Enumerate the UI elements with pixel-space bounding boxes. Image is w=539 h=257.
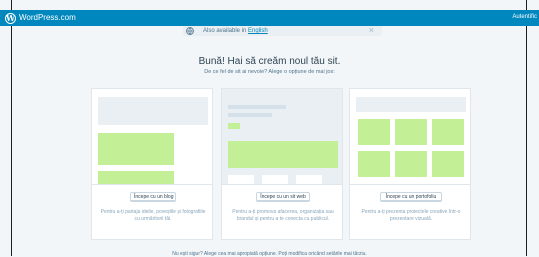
portfolio-description: Pentru a-ți prezenta proiectele creative… <box>361 209 461 222</box>
close-icon[interactable]: × <box>369 25 374 35</box>
portfolio-tile <box>395 151 427 177</box>
locale-notice-text: Also available in English <box>203 28 268 34</box>
website-cta-placeholder <box>228 123 240 129</box>
site-type-card-website[interactable]: Începe cu un sit web Pentru a-ți promova… <box>221 88 343 240</box>
page-subtitle: De ce fel de sit ai nevoie? Alege o opți… <box>204 69 335 75</box>
start-blog-button[interactable]: Începe cu un blog <box>130 192 176 202</box>
window-edge-left <box>11 0 12 256</box>
blog-post-placeholder <box>98 171 174 184</box>
window-edge-right <box>526 0 527 256</box>
portfolio-header-placeholder <box>356 97 466 112</box>
brand-link[interactable]: W WordPress.com <box>5 12 76 24</box>
portfolio-tile <box>432 119 464 145</box>
page-title: Bună! Hai să creăm noul tău sit. <box>198 56 341 67</box>
globe-icon <box>186 27 194 35</box>
brand-name: WordPress.com <box>19 13 76 22</box>
website-footer-block <box>228 175 254 184</box>
portfolio-tile <box>432 151 464 177</box>
website-text-line <box>228 105 286 109</box>
english-link[interactable]: English <box>248 28 268 34</box>
portfolio-tile <box>358 151 390 177</box>
website-banner-placeholder <box>228 141 338 168</box>
portfolio-tile <box>395 119 427 145</box>
login-link[interactable]: Autentific <box>512 14 537 20</box>
footer-note: Nu ești sigur? Alege cea mai apropiată o… <box>172 251 367 257</box>
portfolio-tile <box>358 119 390 145</box>
website-text-line <box>228 113 272 117</box>
site-type-card-portfolio[interactable]: Începe cu un portofoliu Pentru a-ți prez… <box>349 88 471 240</box>
website-description: Pentru a-ți promova afacerea, organizați… <box>232 209 334 222</box>
blog-image-placeholder <box>98 133 174 165</box>
website-footer-block <box>296 175 322 184</box>
start-portfolio-button[interactable]: Începe cu un portofoliu <box>380 192 442 202</box>
card-divider <box>92 184 212 185</box>
website-preview-area <box>222 89 342 184</box>
locale-notice: Also available in English × <box>183 25 382 36</box>
blog-description: Pentru a-ți partaja ideile, poveștile și… <box>100 209 206 222</box>
card-divider <box>350 184 470 185</box>
wordpress-logo-icon: W <box>5 12 16 24</box>
masterbar: W WordPress.com Autentific <box>0 10 539 26</box>
website-footer-block <box>262 175 288 184</box>
blog-header-placeholder <box>98 97 208 125</box>
site-type-card-blog[interactable]: Începe cu un blog Pentru a-ți partaja id… <box>91 88 213 240</box>
start-website-button[interactable]: Începe cu un sit web <box>256 192 310 202</box>
card-divider <box>222 184 342 185</box>
